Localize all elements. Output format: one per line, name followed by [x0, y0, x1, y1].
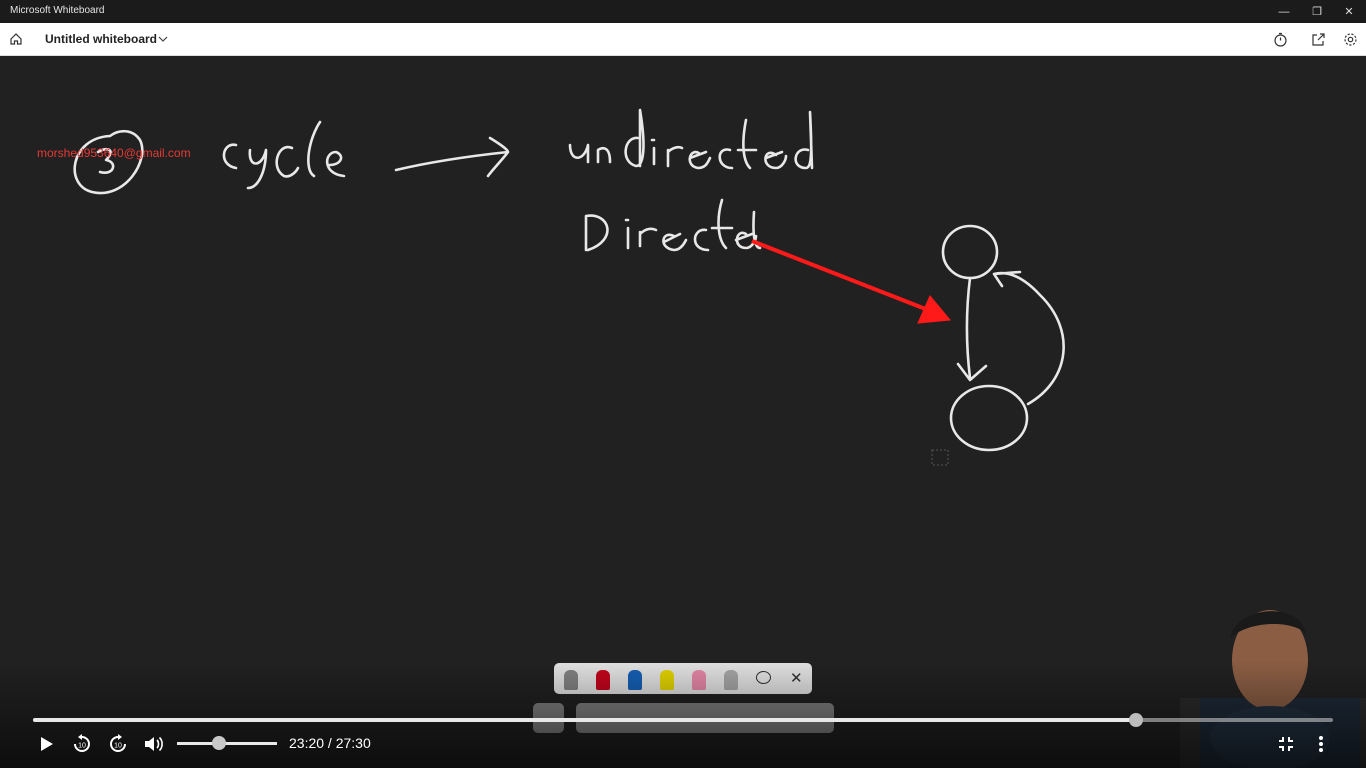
- svg-text:10: 10: [78, 743, 86, 750]
- progress-bar[interactable]: [33, 713, 1333, 727]
- ink-word-cycle: [222, 120, 346, 190]
- ink-circle-number: [73, 129, 144, 195]
- volume-thumb[interactable]: [212, 736, 226, 750]
- player-shade: [0, 660, 1366, 768]
- time-display: 23:20 / 27:30: [289, 735, 371, 751]
- ink-word-directed: [584, 198, 762, 252]
- exit-fullscreen-icon[interactable]: [1274, 732, 1298, 756]
- graph-node-top: [941, 224, 999, 280]
- more-options-icon[interactable]: [1309, 732, 1333, 756]
- selection-handle: [931, 449, 949, 466]
- progress-fill: [33, 718, 1137, 722]
- ink-right-arrow: [394, 136, 510, 178]
- svg-text:10: 10: [114, 743, 122, 750]
- volume-slider[interactable]: [177, 736, 277, 750]
- ink-drawing-layer: [73, 108, 1065, 466]
- forward-10-icon[interactable]: 10: [106, 732, 130, 756]
- graph-node-bottom: [949, 384, 1029, 452]
- red-arrow: [751, 239, 951, 324]
- progress-thumb[interactable]: [1129, 713, 1144, 727]
- ink-word-undirected: [568, 108, 814, 170]
- rewind-10-icon[interactable]: 10: [70, 732, 94, 756]
- play-icon[interactable]: [34, 732, 58, 756]
- volume-icon[interactable]: [142, 732, 166, 756]
- graph-edge-back: [992, 270, 1065, 406]
- graph-edge-down: [956, 276, 988, 382]
- watermark-email: morshed953640@gmail.com: [37, 146, 191, 160]
